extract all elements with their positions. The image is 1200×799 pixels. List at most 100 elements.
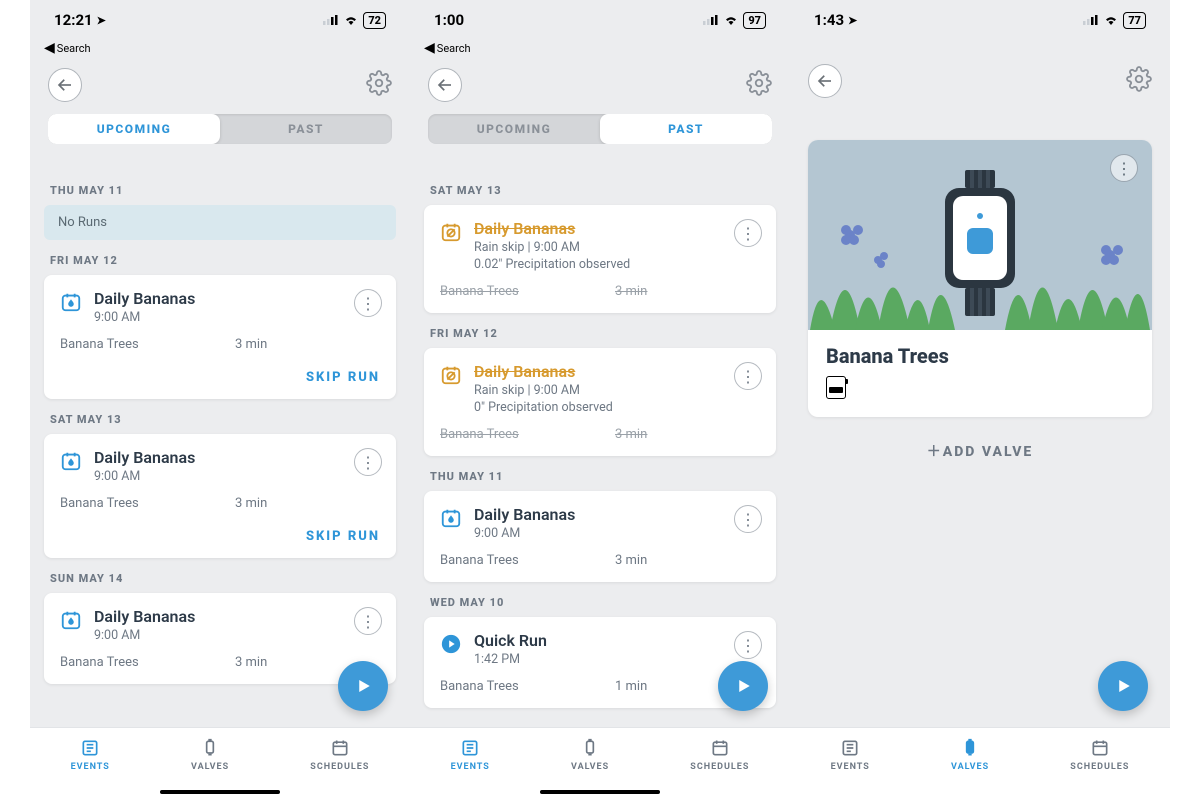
status-bar: 12:21 ➤ 72 bbox=[30, 0, 410, 40]
location-icon: ➤ bbox=[848, 14, 857, 27]
day-header: THU MAY 11 bbox=[424, 456, 776, 491]
valve-name: Banana Trees bbox=[826, 344, 1134, 368]
zone-name: Banana Trees bbox=[60, 337, 175, 352]
back-button[interactable] bbox=[428, 68, 462, 102]
zone-name: Banana Trees bbox=[440, 427, 555, 442]
zone-name: Banana Trees bbox=[60, 655, 175, 670]
run-title: Daily Bananas bbox=[94, 607, 195, 626]
run-card[interactable]: ⋮ Daily Bananas 9:00 AM Banana Trees 3 m… bbox=[424, 491, 776, 582]
run-time: 9:00 AM bbox=[94, 628, 195, 643]
day-header: WED MAY 10 bbox=[424, 582, 776, 617]
card-menu-button[interactable]: ⋮ bbox=[734, 505, 762, 533]
skip-run-button[interactable]: SKIP RUN bbox=[60, 511, 380, 544]
event-segmented-control[interactable]: UPCOMING PAST bbox=[48, 114, 392, 144]
run-precip: 0" Precipitation observed bbox=[474, 400, 613, 415]
run-time: 9:00 AM bbox=[94, 310, 195, 325]
status-time: 1:43 bbox=[814, 11, 844, 29]
day-header: SUN MAY 14 bbox=[44, 558, 396, 593]
settings-button[interactable] bbox=[746, 70, 772, 100]
back-button[interactable] bbox=[808, 64, 842, 98]
tab-schedules[interactable]: SCHEDULES bbox=[690, 738, 749, 772]
run-title: Daily Bananas bbox=[474, 219, 630, 238]
tab-valves[interactable]: VALVES bbox=[191, 738, 229, 772]
run-time: 1:42 PM bbox=[474, 652, 547, 667]
run-time: 9:00 AM bbox=[94, 469, 195, 484]
add-valve-button[interactable]: ＋ADD VALVE bbox=[808, 417, 1152, 485]
phone-screen-past: 1:00 97 ◀ Search UPCOMING PAST SAT MAY 1… bbox=[410, 0, 790, 799]
card-menu-button[interactable]: ⋮ bbox=[734, 362, 762, 390]
phone-screen-upcoming: 12:21 ➤ 72 ◀ Search UPCOMING PAST THU MA… bbox=[30, 0, 410, 799]
play-fab[interactable] bbox=[718, 661, 768, 711]
tab-valves[interactable]: VALVES bbox=[571, 738, 609, 772]
card-menu-button[interactable]: ⋮ bbox=[354, 289, 382, 317]
calendar-skip-icon bbox=[440, 221, 462, 247]
day-header: SAT MAY 13 bbox=[424, 170, 776, 205]
card-menu-button[interactable]: ⋮ bbox=[354, 448, 382, 476]
card-menu-button[interactable]: ⋮ bbox=[1110, 154, 1138, 182]
back-button[interactable] bbox=[48, 68, 82, 102]
run-card[interactable]: ⋮ Daily Bananas 9:00 AM Banana Trees 3 m… bbox=[44, 434, 396, 558]
run-card[interactable]: ⋮ Daily Bananas 9:00 AM Banana Trees 3 m… bbox=[44, 275, 396, 399]
run-skip-reason: Rain skip | 9:00 AM bbox=[474, 383, 613, 398]
wifi-icon bbox=[343, 11, 359, 29]
zone-duration: 3 min bbox=[615, 284, 647, 299]
cellular-icon bbox=[1083, 11, 1099, 29]
calendar-drop-icon bbox=[60, 450, 82, 476]
wifi-icon bbox=[723, 11, 739, 29]
tab-events[interactable]: EVENTS bbox=[451, 738, 490, 772]
tab-past[interactable]: PAST bbox=[600, 114, 772, 144]
tab-events[interactable]: EVENTS bbox=[71, 738, 110, 772]
tab-bar: EVENTS VALVES SCHEDULES bbox=[410, 727, 790, 799]
card-menu-button[interactable]: ⋮ bbox=[354, 607, 382, 635]
status-time: 12:21 bbox=[54, 11, 93, 29]
status-bar: 1:00 97 bbox=[410, 0, 790, 40]
run-card[interactable]: ⋮ Daily Bananas Rain skip | 9:00 AM 0.02… bbox=[424, 205, 776, 313]
run-title: Daily Bananas bbox=[94, 289, 195, 308]
settings-button[interactable] bbox=[1126, 66, 1152, 96]
home-indicator bbox=[540, 790, 660, 794]
cellular-icon bbox=[703, 11, 719, 29]
settings-button[interactable] bbox=[366, 70, 392, 100]
tab-upcoming[interactable]: UPCOMING bbox=[48, 114, 220, 144]
zone-name: Banana Trees bbox=[440, 284, 555, 299]
skip-run-button[interactable]: SKIP RUN bbox=[60, 352, 380, 385]
valve-card[interactable]: ⋮ bbox=[808, 140, 1152, 417]
tab-schedules[interactable]: SCHEDULES bbox=[1070, 738, 1129, 772]
zone-name: Banana Trees bbox=[60, 496, 175, 511]
cellular-icon bbox=[323, 11, 339, 29]
day-header: FRI MAY 12 bbox=[44, 240, 396, 275]
tab-bar: EVENTS VALVES SCHEDULES bbox=[30, 727, 410, 799]
back-to-search[interactable]: ◀ Search bbox=[410, 40, 790, 62]
day-header: FRI MAY 12 bbox=[424, 313, 776, 348]
play-circle-icon bbox=[440, 633, 462, 659]
status-bar: 1:43 ➤ 77 bbox=[790, 0, 1170, 40]
card-menu-button[interactable]: ⋮ bbox=[734, 219, 762, 247]
battery-icon: 97 bbox=[743, 12, 766, 29]
plus-icon: ＋ bbox=[927, 444, 943, 460]
wifi-icon bbox=[1103, 11, 1119, 29]
chevron-left-icon: ◀ bbox=[424, 40, 435, 56]
back-to-search[interactable]: ◀ Search bbox=[30, 40, 410, 62]
play-fab[interactable] bbox=[338, 661, 388, 711]
run-title: Daily Bananas bbox=[474, 362, 613, 381]
tab-bar: EVENTS VALVES SCHEDULES bbox=[790, 727, 1170, 799]
tab-schedules[interactable]: SCHEDULES bbox=[310, 738, 369, 772]
card-menu-button[interactable]: ⋮ bbox=[734, 631, 762, 659]
run-title: Daily Bananas bbox=[474, 505, 575, 524]
home-indicator bbox=[160, 790, 280, 794]
run-card[interactable]: ⋮ Daily Bananas Rain skip | 9:00 AM 0" P… bbox=[424, 348, 776, 456]
chevron-left-icon: ◀ bbox=[44, 40, 55, 56]
play-fab[interactable] bbox=[1098, 661, 1148, 711]
zone-name: Banana Trees bbox=[440, 679, 555, 694]
event-segmented-control[interactable]: UPCOMING PAST bbox=[428, 114, 772, 144]
tab-upcoming[interactable]: UPCOMING bbox=[428, 114, 600, 144]
tab-valves[interactable]: VALVES bbox=[951, 738, 989, 772]
run-time: 9:00 AM bbox=[474, 526, 575, 541]
tab-events[interactable]: EVENTS bbox=[831, 738, 870, 772]
no-runs-banner: No Runs bbox=[44, 205, 396, 240]
zone-duration: 3 min bbox=[235, 337, 267, 352]
phone-screen-valves: 1:43 ➤ 77 ⋮ bbox=[790, 0, 1170, 799]
run-title: Daily Bananas bbox=[94, 448, 195, 467]
tab-past[interactable]: PAST bbox=[220, 114, 392, 144]
zone-duration: 1 min bbox=[615, 679, 647, 694]
